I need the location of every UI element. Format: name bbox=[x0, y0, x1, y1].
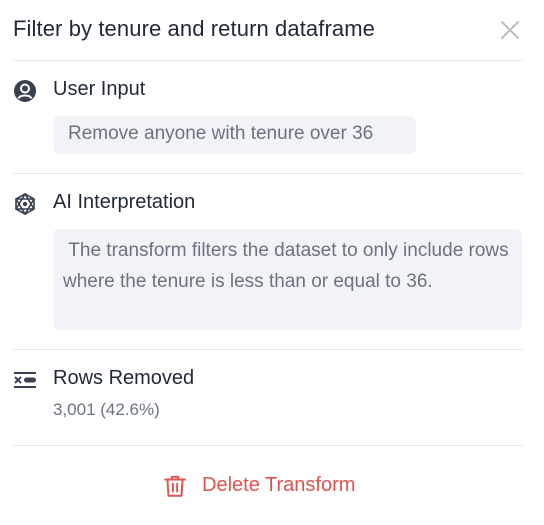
divider bbox=[13, 173, 523, 174]
trash-icon bbox=[164, 475, 186, 497]
divider bbox=[13, 445, 523, 446]
user-input-heading: User Input bbox=[53, 78, 146, 100]
rows-removed-value: 3,001 (42.6%) bbox=[53, 400, 160, 419]
transform-details-panel: Filter by tenure and return dataframe Us… bbox=[0, 0, 544, 525]
user-input-value: Remove anyone with tenure over 36 bbox=[53, 116, 416, 154]
close-icon bbox=[501, 21, 519, 39]
delete-transform-button[interactable]: Delete Transform bbox=[162, 470, 382, 502]
user-circle-icon bbox=[14, 80, 36, 102]
ai-interpretation-text: The transform filters the dataset to onl… bbox=[53, 229, 522, 330]
ai-network-icon bbox=[15, 193, 35, 215]
panel-header: Filter by tenure and return dataframe bbox=[13, 14, 523, 46]
user-input-section-header: User Input bbox=[13, 77, 513, 103]
rows-removed-section-header: Rows Removed bbox=[13, 366, 513, 392]
panel-title: Filter by tenure and return dataframe bbox=[13, 16, 375, 41]
rows-removed-heading: Rows Removed bbox=[53, 367, 195, 389]
divider bbox=[13, 60, 523, 61]
close-button[interactable] bbox=[499, 19, 521, 41]
ai-interpretation-section-header: AI Interpretation bbox=[13, 190, 513, 216]
rows-removed-icon bbox=[14, 372, 36, 388]
delete-transform-label: Delete Transform bbox=[202, 474, 356, 496]
divider bbox=[13, 349, 523, 350]
ai-interpretation-heading: AI Interpretation bbox=[53, 191, 196, 213]
